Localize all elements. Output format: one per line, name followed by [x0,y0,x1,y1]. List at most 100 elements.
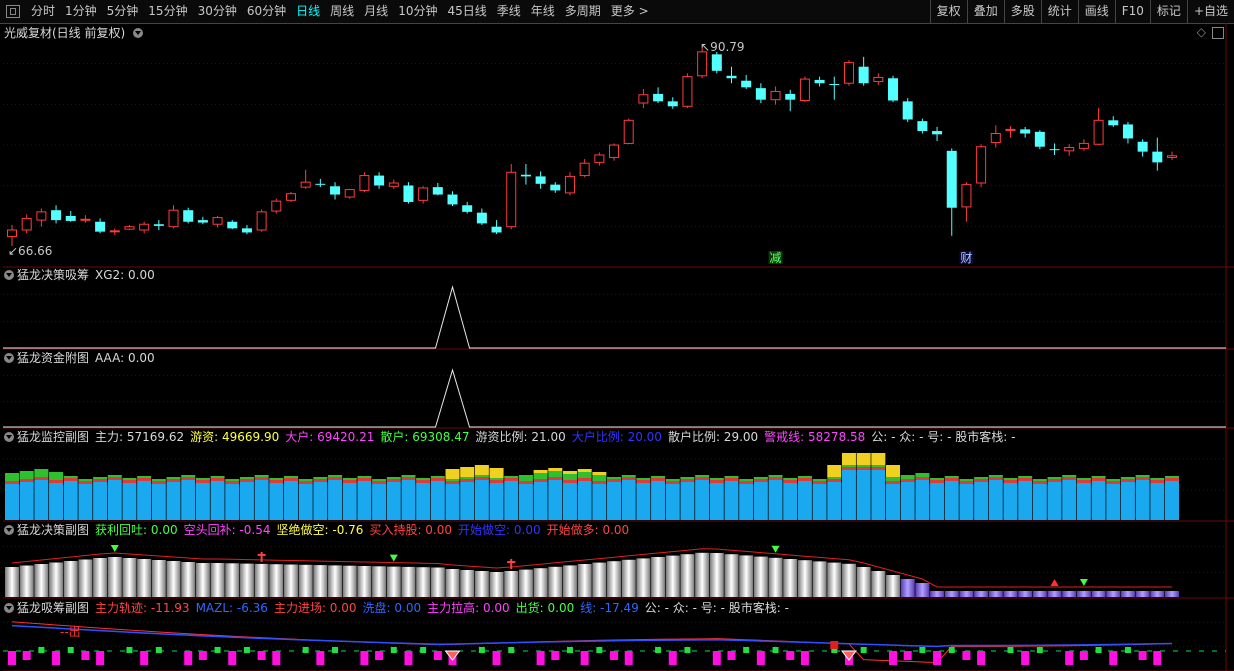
title-dropdown-icon[interactable] [133,28,144,38]
p5-green-bar [390,647,397,653]
tab-period-0[interactable]: 分时 [26,0,60,23]
candle-body [902,101,913,120]
p3-blue-bar [607,482,622,520]
p5-magenta-bar [316,651,325,665]
p3-blue-bar [430,481,445,520]
toolbar-button-0[interactable]: 复权 [929,0,967,23]
panel3-name[interactable]: 猛龙监控副图 [17,430,89,444]
p3-blue-bar [298,484,313,520]
tab-period-14[interactable]: 更多 > [606,0,654,23]
p3-green-bar [49,472,64,480]
chart-canvas[interactable]: ↖90.79 ↙66.66 减 财 --出 [0,0,1234,671]
tab-period-5[interactable]: 60分钟 [242,0,291,23]
toolbar-button-3[interactable]: 统计 [1040,0,1078,23]
panel5-name[interactable]: 猛龙吸筹副图 [17,601,89,615]
panel4-name[interactable]: 猛龙决策副图 [17,523,89,537]
p3-red-bar [1003,480,1018,483]
toolbar-button-2[interactable]: 多股 [1003,0,1041,23]
p3-red-bar [651,478,666,481]
p4-bar [445,569,460,597]
stock-title[interactable]: 光威复材(日线 前复权) [4,26,125,40]
p3-red-bar [34,477,49,480]
tab-period-1[interactable]: 1分钟 [60,0,102,23]
tab-period-4[interactable]: 30分钟 [193,0,242,23]
candle-body [388,182,399,187]
candle-body [888,78,899,101]
toolbar-button-4[interactable]: 画线 [1077,0,1115,23]
window-restore-icon[interactable] [6,5,20,18]
p3-blue-bar [665,484,680,520]
p5-magenta-bar [800,651,809,665]
toolbar-button-5[interactable]: F10 [1114,0,1150,23]
panel1-collapse-icon[interactable] [4,270,14,280]
candle-body [1108,120,1119,126]
p3-red-bar [298,481,313,484]
p5-magenta-bar [610,651,619,660]
panel4-collapse-icon[interactable] [4,525,14,535]
candle-body [374,175,385,186]
tab-period-3[interactable]: 15分钟 [143,0,192,23]
tab-period-7[interactable]: 周线 [325,0,359,23]
panel2-collapse-icon[interactable] [4,353,14,363]
candle-body [227,221,238,229]
p3-red-bar [1150,480,1165,483]
p3-indicator-0: 主力: 57169.62 [95,430,185,444]
p4-arrow-marker [110,545,119,552]
candle-body [564,175,575,194]
panel1-name[interactable]: 猛龙决策吸筹 [17,268,89,282]
p3-green-bar [210,476,225,478]
tab-period-2[interactable]: 5分钟 [102,0,144,23]
p3-green-bar [930,478,945,480]
p3-green-bar [1018,476,1033,478]
p4-bar [1165,591,1179,597]
p3-red-bar [974,479,989,482]
p5-green-bar [332,647,339,653]
candle-body [976,146,987,184]
p4-bar [386,566,401,597]
p3-red-bar [49,480,64,483]
toolbar-button-7[interactable]: +自选 [1186,0,1234,23]
p3-blue-bar [724,481,739,520]
p3-green-bar [166,477,181,479]
p3-green-bar [886,477,901,481]
p3-green-bar [298,479,313,481]
panel2-name[interactable]: 猛龙资金附图 [17,351,89,365]
tab-period-10[interactable]: 45日线 [442,0,491,23]
p3-green-bar [342,478,357,480]
tab-period-11[interactable]: 季线 [492,0,526,23]
p3-green-bar [533,473,548,479]
tab-period-13[interactable]: 多周期 [560,0,606,23]
p3-red-bar [562,480,577,483]
p3-blue-bar [63,481,78,520]
panel5-collapse-icon[interactable] [4,603,14,613]
toolbar-button-1[interactable]: 叠加 [966,0,1004,23]
tab-period-12[interactable]: 年线 [526,0,560,23]
p3-blue-bar [577,481,592,520]
p3-red-bar [709,480,724,483]
tab-period-6[interactable]: 日线 [291,0,325,23]
p4-bar [577,564,592,597]
candle-body [1078,142,1089,149]
p3-red-bar [944,478,959,481]
panel3-collapse-icon[interactable] [4,432,14,442]
p4-bar [1135,591,1150,597]
p3-red-bar [841,467,856,470]
candle-body [139,223,150,231]
p4-bar [430,567,445,597]
tab-period-8[interactable]: 月线 [359,0,393,23]
tab-period-9[interactable]: 10分钟 [393,0,442,23]
window-box-icon[interactable] [1212,27,1224,39]
p5-green-bar [684,647,691,653]
candle-body [667,101,678,107]
p3-blue-bar [548,480,563,520]
candle-body [1064,147,1075,152]
p5-green-bar [596,647,603,653]
p3-red-bar [357,478,372,481]
diamond-icon[interactable]: ◇ [1197,25,1206,39]
p5-magenta-bar [551,651,560,660]
toolbar-button-6[interactable]: 标记 [1149,0,1187,23]
panel3-title: 猛龙监控副图 主力: 57169.62 游资: 49669.90 大户: 69420.… [4,430,1016,444]
p3-yellow-bar [562,471,577,474]
p3-red-bar [592,481,607,484]
p3-red-bar [768,477,783,480]
